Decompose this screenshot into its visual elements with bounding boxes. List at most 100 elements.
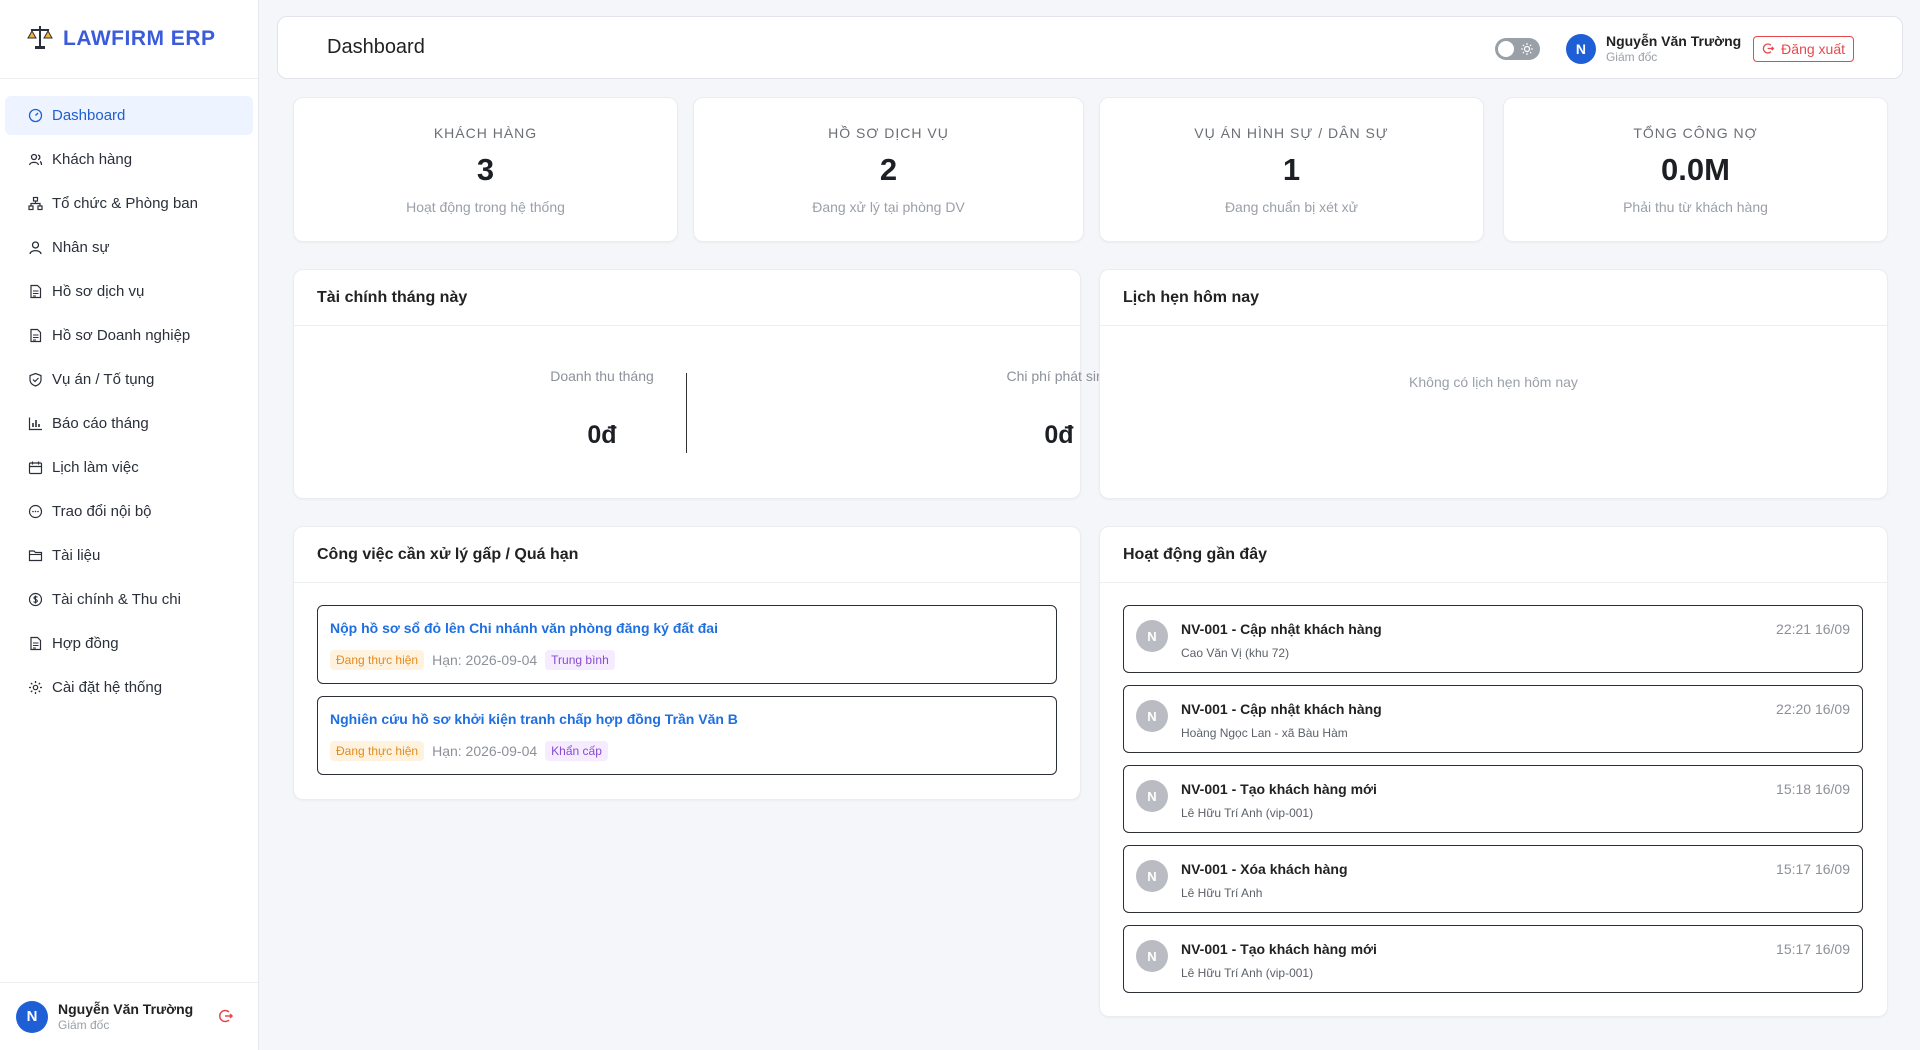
sidebar-item-label: Tài chính & Thu chi [52, 591, 181, 608]
sidebar-item-1[interactable]: Khách hàng [5, 140, 253, 179]
sidebar-item-8[interactable]: Lịch làm việc [5, 448, 253, 487]
avatar[interactable]: N [1565, 33, 1596, 64]
sidebar-nav: Dashboard Khách hàng Tổ chức & Phòng ban Nh… [0, 79, 258, 707]
sidebar-item-label: Khách hàng [52, 151, 133, 168]
header-user-name: Nguyễn Văn Trường [1605, 33, 1742, 49]
top-header: Dashboard N Nguyễn Văn Trường Giám đốc Đ… [277, 16, 1903, 79]
dashboard-icon [28, 108, 43, 123]
sidebar-item-10[interactable]: Tài liệu [5, 536, 253, 575]
activity-title: Hoạt động gần đây [1100, 527, 1887, 583]
sidebar-item-9[interactable]: Trao đổi nội bộ [5, 492, 253, 531]
sidebar-user-name: Nguyễn Văn Trường [58, 1001, 194, 1017]
sidebar-item-label: Hồ sơ Doanh nghiệp [52, 327, 191, 344]
sidebar-item-5[interactable]: Hồ sơ Doanh nghiệp [5, 316, 253, 355]
sidebar-item-4[interactable]: Hồ sơ dịch vụ [5, 272, 253, 311]
status-badge: Đang thực hiện [330, 650, 425, 670]
sidebar-item-0[interactable]: Dashboard [5, 96, 253, 135]
activity-title: NV-001 - Cập nhật khách hàng [1181, 701, 1382, 717]
dollar-icon [28, 592, 43, 607]
appointments-title: Lịch hẹn hôm nay [1100, 270, 1887, 326]
recent-activity-card: Hoạt động gần đây N NV-001 - Cập nhật khá… [1099, 526, 1888, 1017]
stat-label: KHÁCH HÀNG [433, 125, 538, 141]
toggle-knob [1497, 40, 1514, 57]
sidebar-item-label: Hồ sơ dịch vụ [52, 283, 145, 300]
activity-item[interactable]: N NV-001 - Cập nhật khách hàng Hoàng Ngọc … [1123, 685, 1863, 753]
brand-name: LAWFIRM ERP [63, 27, 216, 50]
logout-button[interactable]: Đăng xuất [1753, 35, 1854, 62]
brand[interactable]: LAWFIRM ERP [0, 0, 258, 79]
sidebar-item-label: Nhân sự [52, 239, 110, 256]
task-deadline: Hạn: 2026-09-04 [432, 652, 538, 668]
activity-item[interactable]: N NV-001 - Tạo khách hàng mới Lê Hữu Trí A… [1123, 765, 1863, 833]
sidebar-item-label: Vụ án / Tố tụng [52, 371, 155, 388]
activity-time: 15:17 16/09 [1776, 941, 1850, 957]
activity-time: 15:17 16/09 [1776, 861, 1850, 877]
gear-icon [28, 680, 43, 695]
urgent-tasks-card: Công việc cần xử lý gấp / Quá hạn Nộp hồ… [293, 526, 1081, 800]
sidebar-item-11[interactable]: Tài chính & Thu chi [5, 580, 253, 619]
page-title: Dashboard [327, 36, 425, 58]
revenue-value: 0đ [587, 421, 617, 449]
task-title[interactable]: Nghiên cứu hồ sơ khởi kiện tranh chấp hợ… [330, 711, 1044, 727]
scales-logo-icon [26, 23, 63, 56]
activity-item[interactable]: N NV-001 - Xóa khách hàng Lê Hữu Trí Anh 15… [1123, 845, 1863, 913]
sidebar-item-label: Trao đổi nội bộ [52, 503, 152, 520]
sidebar-item-label: Lịch làm việc [52, 459, 139, 476]
calendar-icon [28, 460, 43, 475]
empty-appointments-note: Không có lịch hẹn hôm nay [1409, 374, 1578, 390]
sidebar-item-7[interactable]: Báo cáo tháng [5, 404, 253, 443]
chat-icon [28, 504, 43, 519]
stat-label: VỤ ÁN HÌNH SỰ / DÂN SỰ [1194, 125, 1389, 141]
header-user-role: Giám đốc [1605, 50, 1658, 64]
file-icon [28, 328, 43, 343]
sidebar-item-label: Tài liệu [52, 547, 101, 564]
stat-card-debt[interactable]: TỔNG CÔNG NỢ 0.0M Phải thu từ khách hàng [1503, 97, 1888, 242]
stat-label: HỒ SƠ DỊCH VỤ [828, 125, 949, 141]
sidebar-item-label: Dashboard [52, 107, 126, 124]
status-badge: Đang thực hiện [330, 741, 425, 761]
sidebar-item-label: Hợp đồng [52, 635, 119, 652]
tasks-title: Công việc cần xử lý gấp / Quá hạn [294, 527, 1080, 583]
users-icon [28, 152, 43, 167]
avatar: N [1136, 860, 1168, 892]
stat-card-clients[interactable]: KHÁCH HÀNG 3 Hoạt động trong hệ thống [293, 97, 678, 242]
stat-card-cases[interactable]: VỤ ÁN HÌNH SỰ / DÂN SỰ 1 Đang chuẩn bị x… [1099, 97, 1484, 242]
logout-icon[interactable] [218, 1008, 234, 1024]
sidebar-user: N Nguyễn Văn Trường Giám đốc [0, 982, 258, 1050]
logout-label: Đăng xuất [1781, 40, 1845, 57]
stat-card-services[interactable]: HỒ SƠ DỊCH VỤ 2 Đang xử lý tại phòng DV [693, 97, 1084, 242]
activity-title: NV-001 - Xóa khách hàng [1181, 861, 1348, 877]
sun-icon [1520, 42, 1534, 56]
stat-sub: Phải thu từ khách hàng [1623, 199, 1768, 215]
user-icon [28, 240, 43, 255]
activity-subtitle: Hoàng Ngọc Lan - xã Bàu Hàm [1181, 726, 1348, 740]
sidebar-item-2[interactable]: Tổ chức & Phòng ban [5, 184, 253, 223]
stat-value: 1 [1282, 152, 1301, 187]
sidebar-item-12[interactable]: Hợp đồng [5, 624, 253, 663]
file-icon [28, 284, 43, 299]
task-item[interactable]: Nộp hồ sơ sổ đỏ lên Chi nhánh văn phòng … [317, 605, 1057, 684]
sidebar-item-6[interactable]: Vụ án / Tố tụng [5, 360, 253, 399]
file-icon [28, 636, 43, 651]
avatar: N [1136, 620, 1168, 652]
org-chart-icon [28, 196, 43, 211]
avatar[interactable]: N [16, 1000, 48, 1033]
activity-item[interactable]: N NV-001 - Tạo khách hàng mới Lê Hữu Trí A… [1123, 925, 1863, 993]
activity-item[interactable]: N NV-001 - Cập nhật khách hàng Cao Văn Vị … [1123, 605, 1863, 673]
sidebar-item-label: Tổ chức & Phòng ban [52, 195, 198, 212]
stat-value: 0.0M [1661, 152, 1730, 187]
folder-icon [28, 548, 43, 563]
sidebar-item-label: Báo cáo tháng [52, 415, 149, 432]
task-title[interactable]: Nộp hồ sơ sổ đỏ lên Chi nhánh văn phòng … [330, 620, 1044, 636]
stat-label: TỔNG CÔNG NỢ [1633, 125, 1758, 141]
activity-subtitle: Lê Hữu Trí Anh (vip-001) [1181, 966, 1314, 980]
sidebar-item-3[interactable]: Nhân sự [5, 228, 253, 267]
revenue-block: Doanh thu tháng 0đ [452, 368, 752, 450]
task-item[interactable]: Nghiên cứu hồ sơ khởi kiện tranh chấp hợ… [317, 696, 1057, 775]
sidebar-item-13[interactable]: Cài đặt hệ thống [5, 668, 253, 707]
theme-toggle[interactable] [1494, 37, 1540, 60]
activity-time: 22:20 16/09 [1776, 701, 1850, 717]
stat-sub: Hoạt động trong hệ thống [406, 199, 565, 215]
activity-subtitle: Lê Hữu Trí Anh [1181, 886, 1263, 900]
activity-title: NV-001 - Tạo khách hàng mới [1181, 781, 1377, 797]
